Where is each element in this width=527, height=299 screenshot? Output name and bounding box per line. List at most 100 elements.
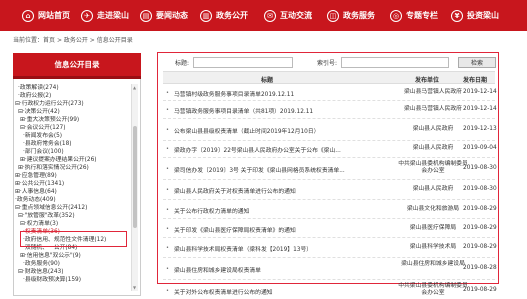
- nav-item-news[interactable]: ▤ 要闻动态: [140, 0, 188, 31]
- scroll-thumb[interactable]: [133, 126, 137, 228]
- nav-item-gov-service[interactable]: ◫ 政务服务: [327, 0, 375, 31]
- row-title-link[interactable]: 关于印发《梁山县医疗保障局权责清单》的通知: [174, 225, 296, 234]
- tree-item[interactable]: ·新闻发布会(5): [23, 132, 62, 140]
- tree-item[interactable]: ·政府公报(2): [18, 92, 51, 100]
- table-row[interactable]: • 梁山县科学技术局权责清单（梁科发【2019】13号） 梁山县科学技术局 2019-…: [163, 238, 497, 258]
- table-row[interactable]: • 关于对外公布权责清单进行公布的通知 中共梁山县委机构编制委员会办公室 2019-0…: [163, 283, 497, 299]
- nav-item-gov-open[interactable]: ▥ 政务公开: [200, 0, 248, 31]
- bullet-icon: •: [166, 107, 169, 113]
- row-unit: 梁山县马营镇人民政府: [404, 106, 462, 112]
- row-unit: 梁山县医疗保障局: [409, 225, 457, 231]
- bullet-icon: •: [166, 187, 169, 193]
- nav-item-interaction[interactable]: ✉ 互动交流: [264, 0, 312, 31]
- tree-item[interactable]: ⊞·重大决策预公开(99): [20, 116, 79, 124]
- sidebar-highlight-box: [20, 231, 127, 247]
- search-button[interactable]: 检索: [458, 57, 496, 68]
- tree-item[interactable]: ⊞·公共公开(1341): [15, 180, 64, 188]
- breadcrumb-separator: >: [87, 37, 97, 44]
- column-header-unit: 发布单位: [415, 77, 440, 84]
- column-header-date: 发布日期: [463, 77, 488, 84]
- row-title-link[interactable]: 梁山县人民政府关于对权责清单进行公布的通知: [174, 186, 296, 195]
- index-search-label: 索引号:: [317, 60, 338, 67]
- nav-item-home[interactable]: ⌂ 网站首页: [22, 0, 70, 31]
- index-number-input[interactable]: [341, 57, 449, 68]
- row-unit: 梁山县人民政府: [412, 126, 454, 132]
- title-search-input[interactable]: [193, 57, 293, 68]
- row-unit: 梁山县文化和旅游局: [406, 206, 460, 212]
- bullet-icon: •: [166, 266, 169, 272]
- row-date: 2019-08-29: [463, 225, 497, 231]
- row-title-link[interactable]: 梁政办字〔2019〕22号梁山县人民政府办公室关于公布《梁山...: [174, 145, 341, 154]
- government-icon: ▥: [200, 9, 212, 22]
- table-row[interactable]: • 梁政办字〔2019〕22号梁山县人民政府办公室关于公布《梁山... 梁山县人民政…: [163, 141, 497, 158]
- bullet-icon: •: [166, 226, 169, 232]
- column-header-title: 标题: [261, 77, 274, 84]
- tree-item[interactable]: ⊞·建议提案办理结果公开(26): [20, 156, 97, 164]
- row-unit: 中共梁山县委机构编制委员会办公室: [398, 161, 468, 174]
- table-row[interactable]: • 关于印发《梁山县医疗保障局权责清单》的通知 梁山县医疗保障局 2019-08-29: [163, 219, 497, 238]
- tree-item[interactable]: ·政务服务(90): [23, 260, 60, 268]
- tree-item[interactable]: ⊞·应急管理(89): [15, 172, 57, 180]
- scroll-up-arrow-icon[interactable]: ▲: [133, 85, 136, 90]
- tree-item[interactable]: ·部门会议(100): [23, 148, 64, 156]
- tree-item[interactable]: ⊟·行政权力运行公开(273): [15, 100, 84, 108]
- row-unit: 梁山县人民政府: [412, 145, 454, 151]
- nav-item-enter-liangshan[interactable]: ✈ 走进梁山: [81, 0, 129, 31]
- tree-item[interactable]: ·县级财政预决算(159): [23, 276, 81, 284]
- tree-item[interactable]: ⊟·权力清单(3): [20, 220, 58, 228]
- table-header: 标题 发布单位 发布日期: [163, 71, 495, 84]
- tree-item[interactable]: ⊟·重点领域信息公开(2412): [15, 204, 87, 212]
- row-unit: 梁山县人民政府: [412, 186, 454, 192]
- table-row[interactable]: • 梁山县住房和城乡建设局权责清单 梁山县住房和城乡建设局 2019-08-28: [163, 258, 497, 280]
- table-row[interactable]: • 关于公布行政权力清单的通知 梁山县文化和旅游局 2019-08-29: [163, 200, 497, 219]
- row-title-link[interactable]: 关于公布行政权力清单的通知: [174, 206, 249, 215]
- bullet-icon: •: [166, 207, 169, 213]
- home-icon: ⌂: [22, 9, 34, 22]
- row-title-link[interactable]: 公布梁山县县级权责清单（截止时间2019年12月10日）: [174, 126, 319, 135]
- row-date: 2019-12-14: [463, 89, 497, 95]
- top-nav-bar: ⌂ 网站首页 ✈ 走进梁山 ▤ 要闻动态 ▥ 政务公开 ✉ 互动交流 ◫ 政务服务 ◎ 专题专…: [0, 0, 527, 31]
- breadcrumb-home-link[interactable]: 首页: [43, 37, 55, 44]
- nav-item-invest[interactable]: ¥ 投资梁山: [451, 0, 499, 31]
- tree-item[interactable]: ·政策解读(274): [18, 84, 59, 92]
- table-row[interactable]: • 公布梁山县县级权责清单（截止时间2019年12月10日） 梁山县人民政府 2019…: [163, 119, 497, 141]
- row-title-link[interactable]: 马营镇政务服务事项目录清单（共81项）2019.12.11: [174, 106, 313, 115]
- tree-item[interactable]: ⊟·财政信息(243): [18, 268, 63, 276]
- tree-item[interactable]: ⊟·会议公开(127): [20, 124, 65, 132]
- row-title-link[interactable]: 梁山县住房和城乡建设局权责清单: [174, 265, 261, 274]
- table-row[interactable]: • 梁山县人民政府关于对权责清单进行公布的通知 梁山县人民政府 2019-08-30: [163, 180, 497, 200]
- tree-item[interactable]: ⊞·人事信息(64): [15, 188, 57, 196]
- nav-item-special-topics[interactable]: ◎ 专题专栏: [390, 0, 438, 31]
- breadcrumb-gov-open-link[interactable]: 政务公开: [64, 37, 88, 44]
- bullet-icon: •: [166, 90, 169, 96]
- table-row[interactable]: • 梁司信办发〔2019〕3号 关于印发《梁山县网格员系统权责清单... 中共梁山县…: [163, 158, 497, 180]
- row-title-link[interactable]: 梁司信办发〔2019〕3号 关于印发《梁山县网格员系统权责清单...: [174, 165, 345, 174]
- tree-item[interactable]: ⊞·执行和落实情况公开(26): [18, 164, 89, 172]
- sidebar-title: 信息公开目录: [13, 53, 141, 79]
- nav-item-label: 互动交流: [280, 11, 312, 20]
- row-date: 2019-08-29: [463, 206, 497, 212]
- chat-icon: ✉: [264, 9, 276, 22]
- tree-item[interactable]: ·县政府常务会(18): [23, 140, 72, 148]
- news-icon: ▤: [140, 9, 152, 22]
- row-date: 2019-08-28: [463, 265, 497, 271]
- tree-item[interactable]: ⊟·决策公开(42): [18, 108, 60, 116]
- bullet-icon: •: [166, 245, 169, 251]
- bullet-icon: •: [166, 127, 169, 133]
- tree-item[interactable]: ·政务动态(409): [15, 196, 56, 204]
- search-bar: 标题: 索引号: 检索: [163, 56, 496, 70]
- row-title-link[interactable]: 马营镇村级政务服务事项目录清单2019.12.11: [174, 89, 294, 98]
- tree-item[interactable]: ⊟·"放管服"改革(352): [18, 212, 75, 220]
- nav-item-label: 网站首页: [38, 11, 70, 20]
- nav-item-label: 投资梁山: [467, 11, 499, 20]
- sidebar-scrollbar[interactable]: ▲ ▼: [131, 84, 138, 291]
- row-date: 2019-08-30: [463, 165, 497, 171]
- row-title-link[interactable]: 梁山县科学技术局权责清单（梁科发【2019】13号）: [174, 244, 312, 253]
- row-title-link[interactable]: 关于对外公布权责清单进行公布的通知: [174, 287, 273, 296]
- tree-item[interactable]: ⊞·信用信息"双公示"(9): [20, 252, 81, 260]
- table-row[interactable]: • 马营镇政务服务事项目录清单（共81项）2019.12.11 梁山县马营镇人民政府…: [163, 101, 497, 119]
- scroll-down-arrow-icon[interactable]: ▼: [133, 285, 136, 290]
- nav-item-label: 政务公开: [216, 11, 248, 20]
- table-row[interactable]: • 马营镇村级政务服务事项目录清单2019.12.11 梁山县马营镇人民政府 2019…: [163, 85, 497, 101]
- invest-icon: ¥: [451, 9, 463, 22]
